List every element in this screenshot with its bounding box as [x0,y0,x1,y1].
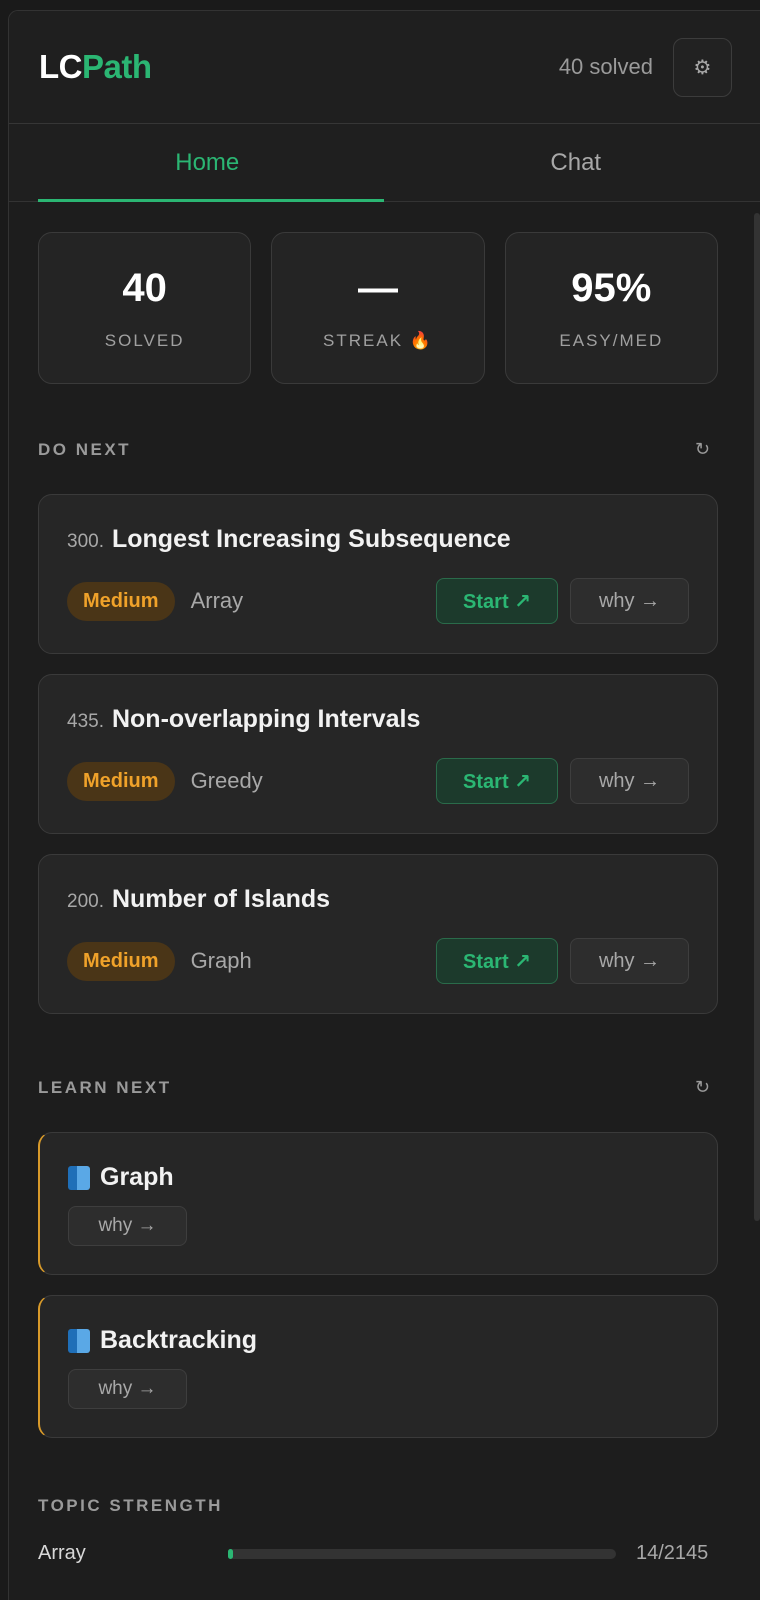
difficulty-badge: Medium [67,761,175,801]
problem-topic: Greedy [190,768,263,793]
problem-card: 435. Non-overlapping Intervals Medium Gr… [38,674,718,834]
strength-topic: Array [38,1542,86,1564]
section-title: DO NEXT [38,439,132,459]
tab-chat[interactable]: Chat [392,124,760,201]
refresh-icon[interactable]: ↻ [695,1077,710,1098]
strength-fill [228,1548,233,1559]
logo-path: Path [82,48,152,85]
difficulty-badge: Medium [67,941,175,981]
stats-row: 40 SOLVED — STREAK 🔥 95% EASY/MED [38,232,718,384]
stat-solved: 40 SOLVED [38,232,252,384]
solved-count: 40 solved [558,54,653,79]
problem-meta: Medium Greedy Start ↗ why → [67,758,689,804]
logo: LCPath [39,48,152,86]
do-next-header: DO NEXT ↻ [38,439,718,460]
start-button[interactable]: Start ↗ [436,758,558,804]
difficulty-badge: Medium [67,581,175,621]
why-button[interactable]: why → [570,758,689,804]
extension-panel: LCPath 40 solved ⚙ Home Chat 40 SOLVED —… [8,10,760,1600]
learn-card: Backtracking why → [38,1295,718,1438]
home-content: 40 SOLVED — STREAK 🔥 95% EASY/MED DO NEX… [9,202,760,1600]
problem-card: 200. Number of Islands Medium Graph Star… [38,854,718,1014]
stat-label: SOLVED [104,330,185,350]
problem-meta: Medium Graph Start ↗ why → [67,938,689,984]
problem-number: 435. [67,711,104,732]
section-title: TOPIC STRENGTH [38,1496,223,1515]
stat-value: 40 [122,265,167,310]
header: LCPath 40 solved ⚙ [9,11,760,124]
book-icon [68,1165,90,1190]
why-button[interactable]: why → [570,938,689,984]
stat-streak: — STREAK 🔥 [271,232,485,384]
header-right: 40 solved ⚙ [558,37,732,97]
problem-title: 435. Non-overlapping Intervals [67,705,689,734]
scrollbar[interactable] [754,213,760,1221]
learn-topic-name: Graph [100,1163,174,1191]
learn-title: Backtracking [68,1326,689,1355]
problem-topic: Array [190,588,244,613]
logo-lc: LC [39,48,83,85]
book-icon [68,1328,90,1353]
problem-number: 200. [67,891,104,912]
learn-title: Graph [68,1163,689,1192]
strength-count: 14/2145 [636,1542,709,1564]
problem-number: 300. [67,531,104,552]
strength-row: Array 14/2145 [38,1542,718,1565]
problem-title: 300. Longest Increasing Subsequence [67,525,689,554]
problem-meta: Medium Array Start ↗ why → [67,578,689,624]
start-button[interactable]: Start ↗ [436,938,558,984]
problem-name: Number of Islands [111,885,331,913]
why-button[interactable]: why → [68,1206,187,1246]
stat-label: STREAK 🔥 [323,330,433,350]
start-button[interactable]: Start ↗ [436,578,558,624]
learn-next-header: LEARN NEXT ↻ [38,1077,718,1098]
strength-bar [228,1548,616,1559]
gear-icon: ⚙ [693,56,712,79]
problem-card: 300. Longest Increasing Subsequence Medi… [38,494,718,654]
tab-home[interactable]: Home [9,124,392,202]
topic-strength-header: TOPIC STRENGTH [38,1496,718,1516]
stat-value: 95% [571,265,652,310]
learn-card: Graph why → [38,1132,718,1275]
stat-label: EASY/MED [559,330,664,350]
problem-name: Non-overlapping Intervals [111,705,421,733]
stat-easy-med: 95% EASY/MED [504,232,718,384]
problem-topic: Graph [190,948,252,973]
section-title: LEARN NEXT [38,1077,172,1097]
problem-title: 200. Number of Islands [67,885,689,914]
why-button[interactable]: why → [570,578,689,624]
refresh-icon[interactable]: ↻ [695,439,710,460]
problem-name: Longest Increasing Subsequence [111,525,511,553]
stat-value: — [357,265,398,310]
why-button[interactable]: why → [68,1369,187,1409]
tab-bar: Home Chat [9,124,760,202]
settings-button[interactable]: ⚙ [673,37,732,97]
learn-topic-name: Backtracking [100,1326,258,1354]
